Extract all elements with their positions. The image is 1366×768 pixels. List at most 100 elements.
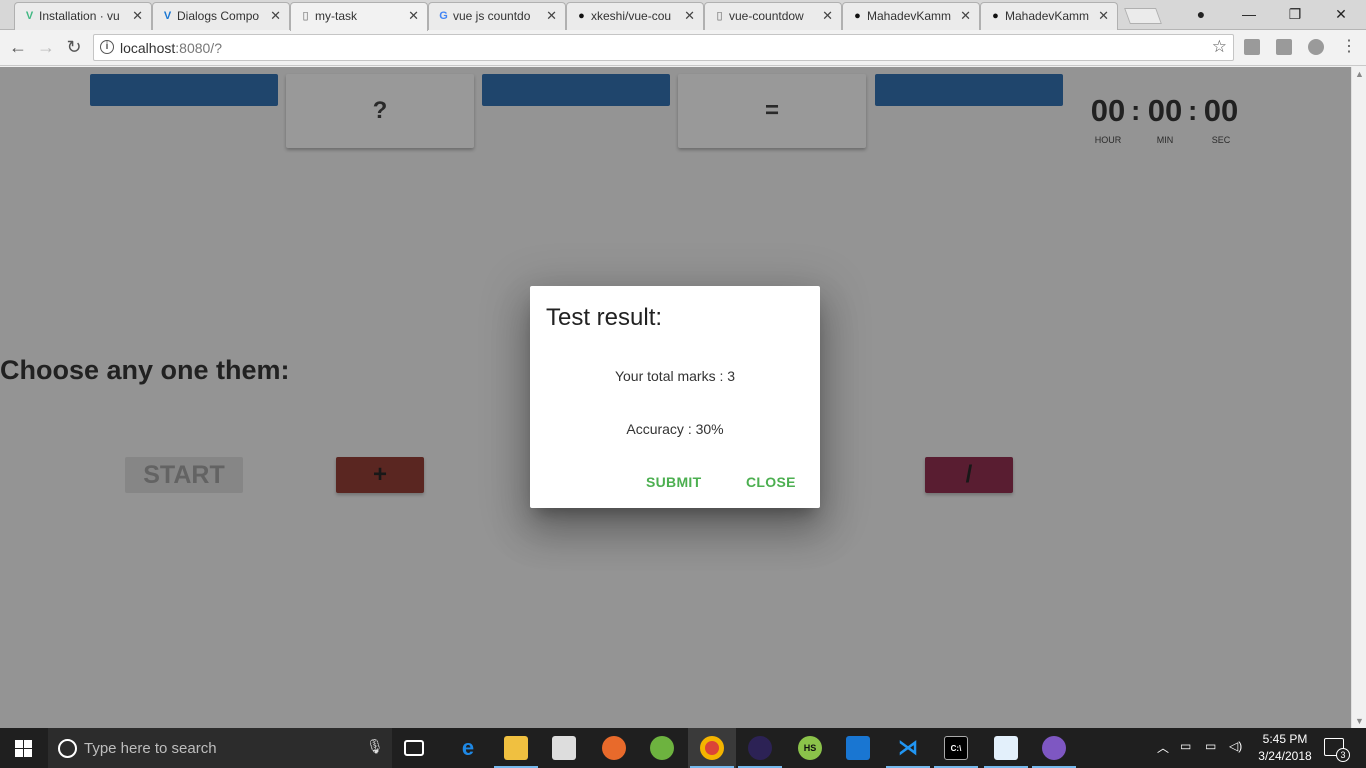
github-icon: ● — [854, 10, 861, 22]
cat-app-icon — [1042, 736, 1066, 760]
dialog-title: Test result: — [546, 304, 663, 331]
taskbar-spring[interactable] — [638, 728, 686, 768]
close-tab-icon[interactable]: ✕ — [270, 3, 281, 29]
menu-kebab-icon[interactable]: ⋮ — [1337, 36, 1361, 60]
taskbar-edge[interactable]: e — [444, 728, 492, 768]
github-icon: ● — [578, 10, 585, 22]
url-host: localhost — [120, 40, 176, 56]
restore-icon[interactable]: ❐ — [1272, 0, 1318, 30]
cortana-icon — [58, 739, 77, 758]
spring-icon — [650, 736, 674, 760]
tray-chevron-icon[interactable]: ︿ — [1157, 739, 1169, 756]
taskbar-clock[interactable]: 5:45 PM 3/24/2018 — [1252, 731, 1318, 765]
close-tab-icon[interactable]: ✕ — [960, 3, 971, 29]
taskbar-file-explorer[interactable] — [492, 728, 540, 768]
close-tab-icon[interactable]: ✕ — [1098, 3, 1109, 29]
tab-dialogs[interactable]: V Dialogs Compo ✕ — [152, 2, 290, 30]
page-icon: ▯ — [716, 10, 723, 22]
tab-github-xkeshi[interactable]: ● xkeshi/vue-cou ✕ — [566, 2, 704, 30]
total-marks-text: Your total marks : 3 — [614, 368, 736, 384]
microphone-icon[interactable]: 🎙 — [366, 738, 384, 755]
close-tab-icon[interactable]: ✕ — [132, 3, 143, 29]
taskbar-cmd[interactable]: C:\ — [932, 728, 980, 768]
reload-icon[interactable]: ↻ — [62, 36, 86, 60]
task-view-button[interactable] — [392, 728, 440, 768]
close-button[interactable]: CLOSE — [746, 474, 796, 490]
page-viewport: ? = 00 HOUR : 00 MIN : 00 SEC Choose any… — [0, 67, 1351, 728]
task-view-icon — [404, 740, 424, 756]
notifications-icon[interactable]: 3 — [1324, 738, 1350, 762]
taskbar-app-blue[interactable] — [982, 728, 1030, 768]
page-icon: ▯ — [302, 10, 309, 22]
forward-icon[interactable]: → — [34, 36, 58, 60]
taskbar-chrome[interactable] — [688, 728, 736, 768]
browser-toolbar: ← → ↻ i localhost:8080/? ☆ ⋮ — [0, 30, 1366, 66]
shield-icon — [846, 736, 870, 760]
clock-date: 3/24/2018 — [1258, 749, 1312, 763]
tab-title: vue js countdo — [453, 9, 531, 23]
hs-icon: HS — [798, 736, 822, 760]
info-icon[interactable]: i — [100, 40, 114, 54]
search-placeholder: Type here to search — [84, 740, 217, 757]
address-bar[interactable]: i localhost:8080/? ☆ — [93, 34, 1234, 61]
taskbar-defender[interactable] — [834, 728, 882, 768]
new-tab-button[interactable] — [1124, 8, 1162, 24]
extension-icon[interactable] — [1276, 39, 1292, 55]
chrome-icon — [700, 736, 724, 760]
close-tab-icon[interactable]: ✕ — [546, 3, 557, 29]
taskbar-hs[interactable]: HS — [786, 728, 834, 768]
terminal-icon: C:\ — [944, 736, 968, 760]
vscode-icon: ⋊ — [898, 737, 918, 759]
windows-taskbar: Type here to search 🎙 e HS ⋊ C:\ ︿ ▭ ▭ ◁… — [0, 728, 1366, 768]
taskbar-eclipse[interactable] — [736, 728, 784, 768]
url-text: localhost:8080/? — [120, 40, 222, 56]
extension-icon[interactable] — [1244, 39, 1260, 55]
taskbar-vscode[interactable]: ⋊ — [884, 728, 932, 768]
test-result-dialog: Test result: Your total marks : 3 Accura… — [530, 286, 820, 508]
close-tab-icon[interactable]: ✕ — [684, 3, 695, 29]
profile-icon[interactable]: ● — [1178, 0, 1224, 30]
tab-title: Dialogs Compo — [177, 9, 260, 23]
github-icon: ● — [992, 10, 999, 22]
close-tab-icon[interactable]: ✕ — [822, 3, 833, 29]
tab-vue-countdown[interactable]: ▯ vue-countdow ✕ — [704, 2, 842, 30]
store-icon — [552, 736, 576, 760]
windows-start-icon[interactable] — [15, 740, 33, 757]
google-icon: G — [439, 10, 448, 22]
close-tab-icon[interactable]: ✕ — [408, 3, 419, 29]
folder-icon — [504, 736, 528, 760]
taskbar-app-orange[interactable] — [590, 728, 638, 768]
scroll-up-icon[interactable]: ▲ — [1355, 69, 1364, 79]
tab-installation[interactable]: V Installation · vu ✕ — [14, 2, 152, 30]
tab-my-task[interactable]: ▯ my-task ✕ — [290, 2, 428, 31]
notification-count: 3 — [1336, 748, 1350, 762]
taskbar-search[interactable]: Type here to search 🎙 — [48, 728, 392, 768]
window-close-icon[interactable]: ✕ — [1318, 0, 1364, 30]
clock-time: 5:45 PM — [1262, 732, 1308, 746]
scroll-down-icon[interactable]: ▼ — [1355, 716, 1364, 726]
network-icon[interactable]: ▭ — [1205, 739, 1216, 753]
submit-button[interactable]: SUBMIT — [646, 474, 701, 490]
accuracy-text: Accuracy : 30% — [626, 421, 724, 437]
tab-title: MahadevKamm — [1005, 9, 1090, 23]
battery-icon[interactable]: ▭ — [1180, 739, 1191, 753]
tab-github-mahadev-1[interactable]: ● MahadevKamm ✕ — [842, 2, 980, 30]
tab-title: MahadevKamm — [867, 9, 952, 23]
browser-tab-strip: V Installation · vu ✕ V Dialogs Compo ✕ … — [0, 0, 1366, 31]
tab-title: vue-countdow — [729, 9, 804, 23]
edge-icon: e — [461, 735, 475, 760]
taskbar-app-purple[interactable] — [1030, 728, 1078, 768]
bookmark-star-icon[interactable]: ☆ — [1212, 37, 1227, 57]
url-path: :8080/? — [175, 40, 222, 56]
postman-icon — [602, 736, 626, 760]
extension-icon[interactable] — [1308, 39, 1324, 55]
tab-github-mahadev-2[interactable]: ● MahadevKamm ✕ — [980, 2, 1118, 30]
volume-icon[interactable]: ◁) — [1229, 739, 1242, 753]
taskbar-store[interactable] — [540, 728, 588, 768]
app-icon — [994, 736, 1018, 760]
tab-google-search[interactable]: G vue js countdo ✕ — [428, 2, 566, 30]
back-icon[interactable]: ← — [6, 36, 30, 60]
tab-title: my-task — [315, 9, 357, 23]
minimize-icon[interactable]: — — [1226, 0, 1272, 30]
page-scrollbar[interactable]: ▲ ▼ — [1351, 67, 1366, 728]
